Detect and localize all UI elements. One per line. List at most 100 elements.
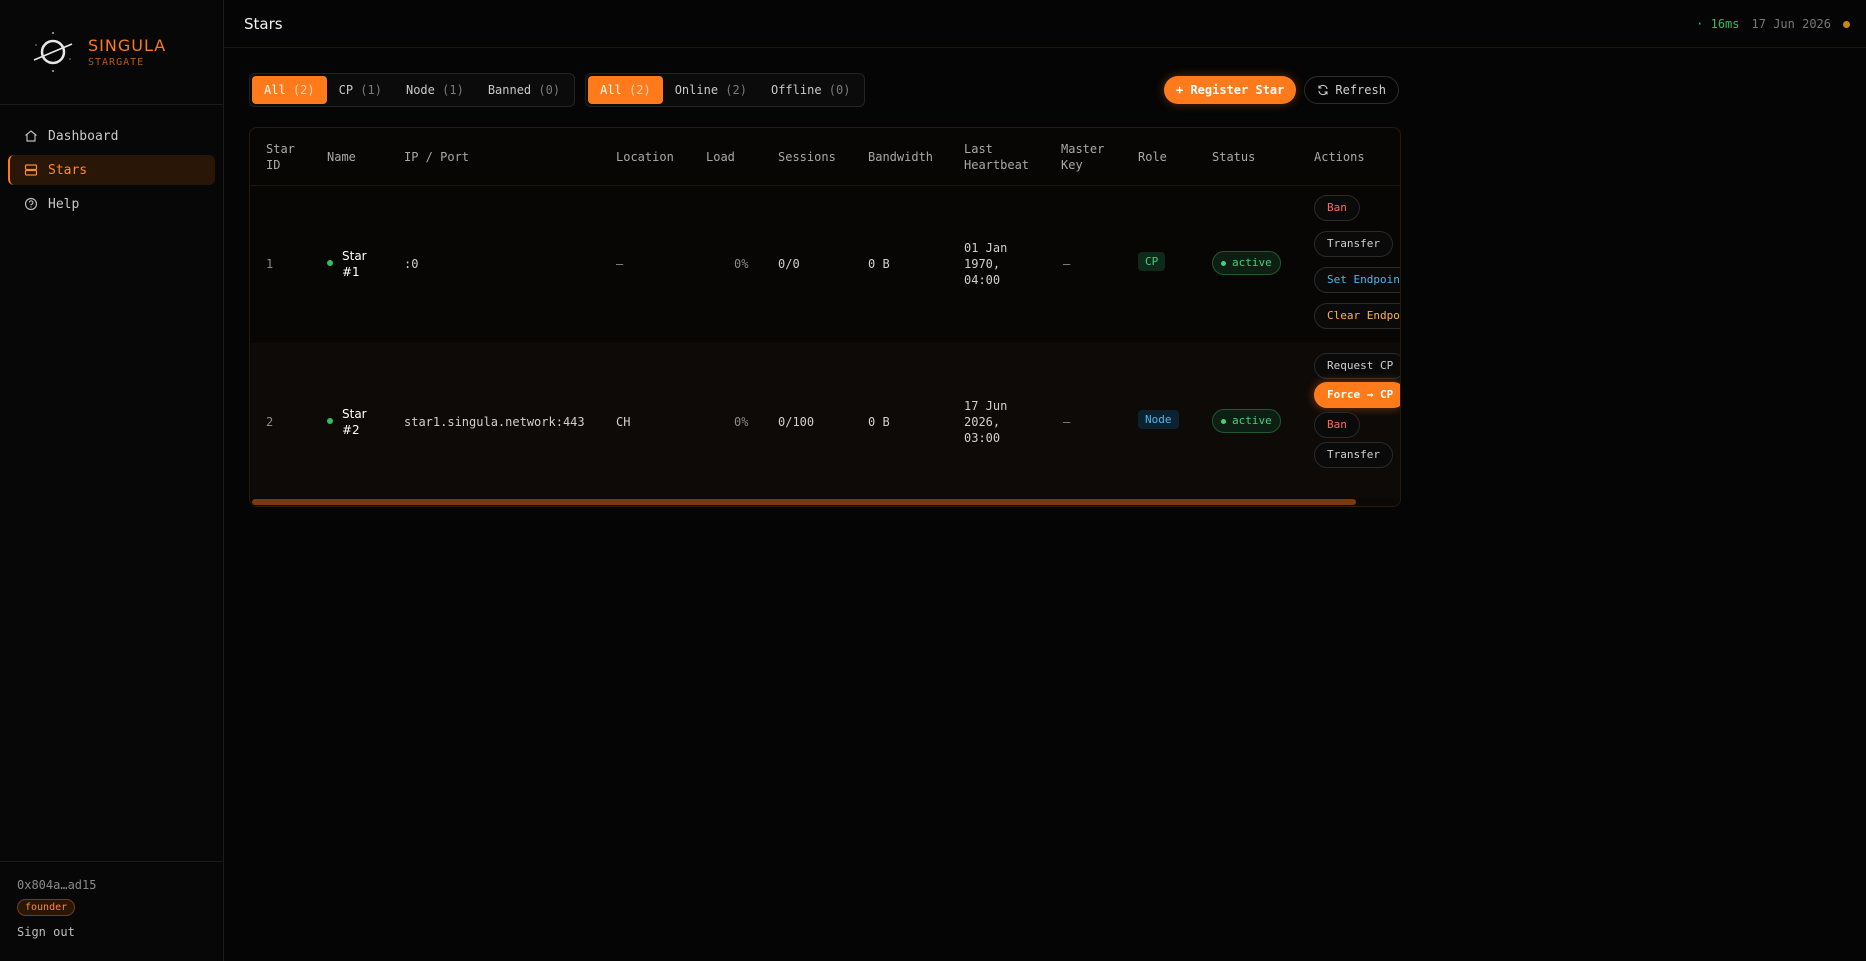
wallet-address: 0x804a…ad15 <box>17 878 97 892</box>
sidebar-item-dashboard[interactable]: Dashboard <box>8 121 215 151</box>
brand-logo[interactable]: SINGULA STARGATE <box>0 0 223 105</box>
heartbeat-part: 2026, <box>964 415 1001 429</box>
page-title: Stars <box>244 15 283 33</box>
filter-role-cp[interactable]: CP (1) <box>327 76 394 104</box>
transfer-button[interactable]: Transfer <box>1314 231 1393 257</box>
force-cp-button[interactable]: Force → CP <box>1314 382 1400 408</box>
register-star-button[interactable]: + Register Star <box>1164 76 1297 104</box>
col-star-id[interactable]: Star ID <box>266 141 295 173</box>
sidebar-item-help[interactable]: Help <box>8 189 215 219</box>
refresh-icon <box>1318 84 1328 96</box>
scrollbar-thumb[interactable] <box>252 499 1356 505</box>
status-dot-icon <box>327 254 333 270</box>
set-endpoint-button[interactable]: Set Endpoint <box>1314 267 1400 293</box>
filter-role-banned[interactable]: Banned (0) <box>476 76 572 104</box>
col-load[interactable]: Load <box>706 149 735 165</box>
col-ip-port[interactable]: IP / Port <box>404 149 469 165</box>
help-circle-icon <box>24 197 38 211</box>
cell-bandwidth: 0 B <box>868 257 890 271</box>
filter-count: (0) <box>538 83 561 97</box>
filter-count: (0) <box>828 83 851 97</box>
cell-name[interactable]: Star #2 <box>342 406 367 438</box>
col-label: Star <box>266 142 295 156</box>
clear-endpoint-button[interactable]: Clear Endpoint <box>1314 303 1400 329</box>
heartbeat-part: 1970, <box>964 257 1001 271</box>
cell-star-id: 1 <box>266 257 274 271</box>
role-badge: CP <box>1138 252 1166 271</box>
col-location[interactable]: Location <box>616 149 674 165</box>
col-master-key[interactable]: Master Key <box>1061 141 1104 173</box>
status-badge: active <box>1212 251 1281 275</box>
col-label: Heartbeat <box>964 158 1030 172</box>
ban-button[interactable]: Ban <box>1314 412 1360 438</box>
filter-status-offline[interactable]: Offline (0) <box>759 76 863 104</box>
cell-last-heartbeat: 17 Jun 2026, 03:00 <box>964 398 1007 446</box>
ban-button[interactable]: Ban <box>1314 195 1360 221</box>
name-part: Star <box>342 249 367 263</box>
cell-name[interactable]: Star #1 <box>342 248 367 280</box>
sign-out-link[interactable]: Sign out <box>17 925 206 939</box>
current-date: 17 Jun 2026 <box>1751 17 1831 31</box>
col-status[interactable]: Status <box>1212 149 1255 165</box>
col-label: Last <box>964 142 993 156</box>
cell-location: CH <box>616 415 631 429</box>
heartbeat-part: 17 Jun <box>964 399 1008 413</box>
filter-count: (2) <box>725 83 747 97</box>
filter-role-all[interactable]: All (2) <box>252 76 327 104</box>
status-text: active <box>1232 256 1272 269</box>
filter-count: (2) <box>629 83 651 97</box>
top-bar: Stars · 16ms 17 Jun 2026 <box>224 0 1866 48</box>
col-name[interactable]: Name <box>327 149 356 165</box>
cell-load: 0% <box>734 257 749 271</box>
filter-role-node[interactable]: Node (1) <box>394 76 476 104</box>
horizontal-scrollbar[interactable] <box>250 498 1400 506</box>
filter-label: Offline <box>770 83 822 97</box>
cell-master-key: — <box>1063 415 1071 429</box>
col-label: Master <box>1061 142 1105 156</box>
col-last-heartbeat[interactable]: Last Heartbeat <box>964 141 1029 173</box>
filter-label: All <box>600 83 622 97</box>
role-filter-group: All (2) CP (1) Node (1) Banned (0) <box>249 73 576 107</box>
account-panel: 0x804a…ad15 founder Sign out <box>0 861 223 961</box>
cell-bandwidth: 0 B <box>868 415 890 429</box>
sidebar-item-stars[interactable]: Stars <box>8 155 215 185</box>
filter-count: (2) <box>292 83 315 97</box>
role-badge: founder <box>17 899 76 916</box>
cell-sessions: 0/0 <box>778 257 800 271</box>
cell-master-key: — <box>1063 257 1071 271</box>
cell-location: — <box>616 257 624 271</box>
cell-load: 0% <box>734 415 749 429</box>
filter-status-all[interactable]: All (2) <box>588 76 663 104</box>
transfer-button[interactable]: Transfer <box>1314 442 1393 468</box>
request-cp-button[interactable]: Request CP <box>1314 353 1400 379</box>
server-icon <box>24 164 38 176</box>
refresh-button[interactable]: Refresh <box>1304 76 1399 104</box>
col-role[interactable]: Role <box>1138 149 1167 165</box>
cell-role: CP <box>1138 252 1166 271</box>
heartbeat-part: 04:00 <box>964 273 1001 287</box>
cell-ip-port: :0 <box>404 257 419 271</box>
sidebar-item-label: Dashboard <box>48 128 119 144</box>
status-badge: active <box>1212 409 1281 433</box>
cell-ip-port: star1.singula.network:443 <box>404 415 585 429</box>
filter-label: Online <box>674 83 719 97</box>
col-label: ID <box>266 158 281 172</box>
col-bandwidth[interactable]: Bandwidth <box>868 149 933 165</box>
cell-status: active <box>1212 251 1281 275</box>
col-sessions[interactable]: Sessions <box>778 149 836 165</box>
home-icon <box>25 130 37 142</box>
table-row: 1 Star #1 :0 — 0% 0/0 0 B 01 Jan 1970, 04:0… <box>250 185 1400 344</box>
page-actions: + Register Star Refresh <box>1164 76 1399 104</box>
brand-name: SINGULA <box>88 36 167 55</box>
filter-status-online[interactable]: Online (2) <box>663 76 759 104</box>
status-dot-icon <box>327 412 333 428</box>
brand-subtitle: STARGATE <box>88 57 145 68</box>
name-part: #1 <box>342 265 360 279</box>
latency-indicator: · 16ms <box>1696 17 1740 31</box>
status-area: · 16ms 17 Jun 2026 <box>1696 17 1850 31</box>
name-part: #2 <box>342 423 360 437</box>
table-header: Star ID Name IP / Port Location Load Sess… <box>250 128 1400 186</box>
filter-label: All <box>264 83 286 97</box>
table-row: 2 Star #2 star1.singula.network:443 CH 0%… <box>250 343 1400 502</box>
cell-role: Node <box>1138 410 1179 429</box>
